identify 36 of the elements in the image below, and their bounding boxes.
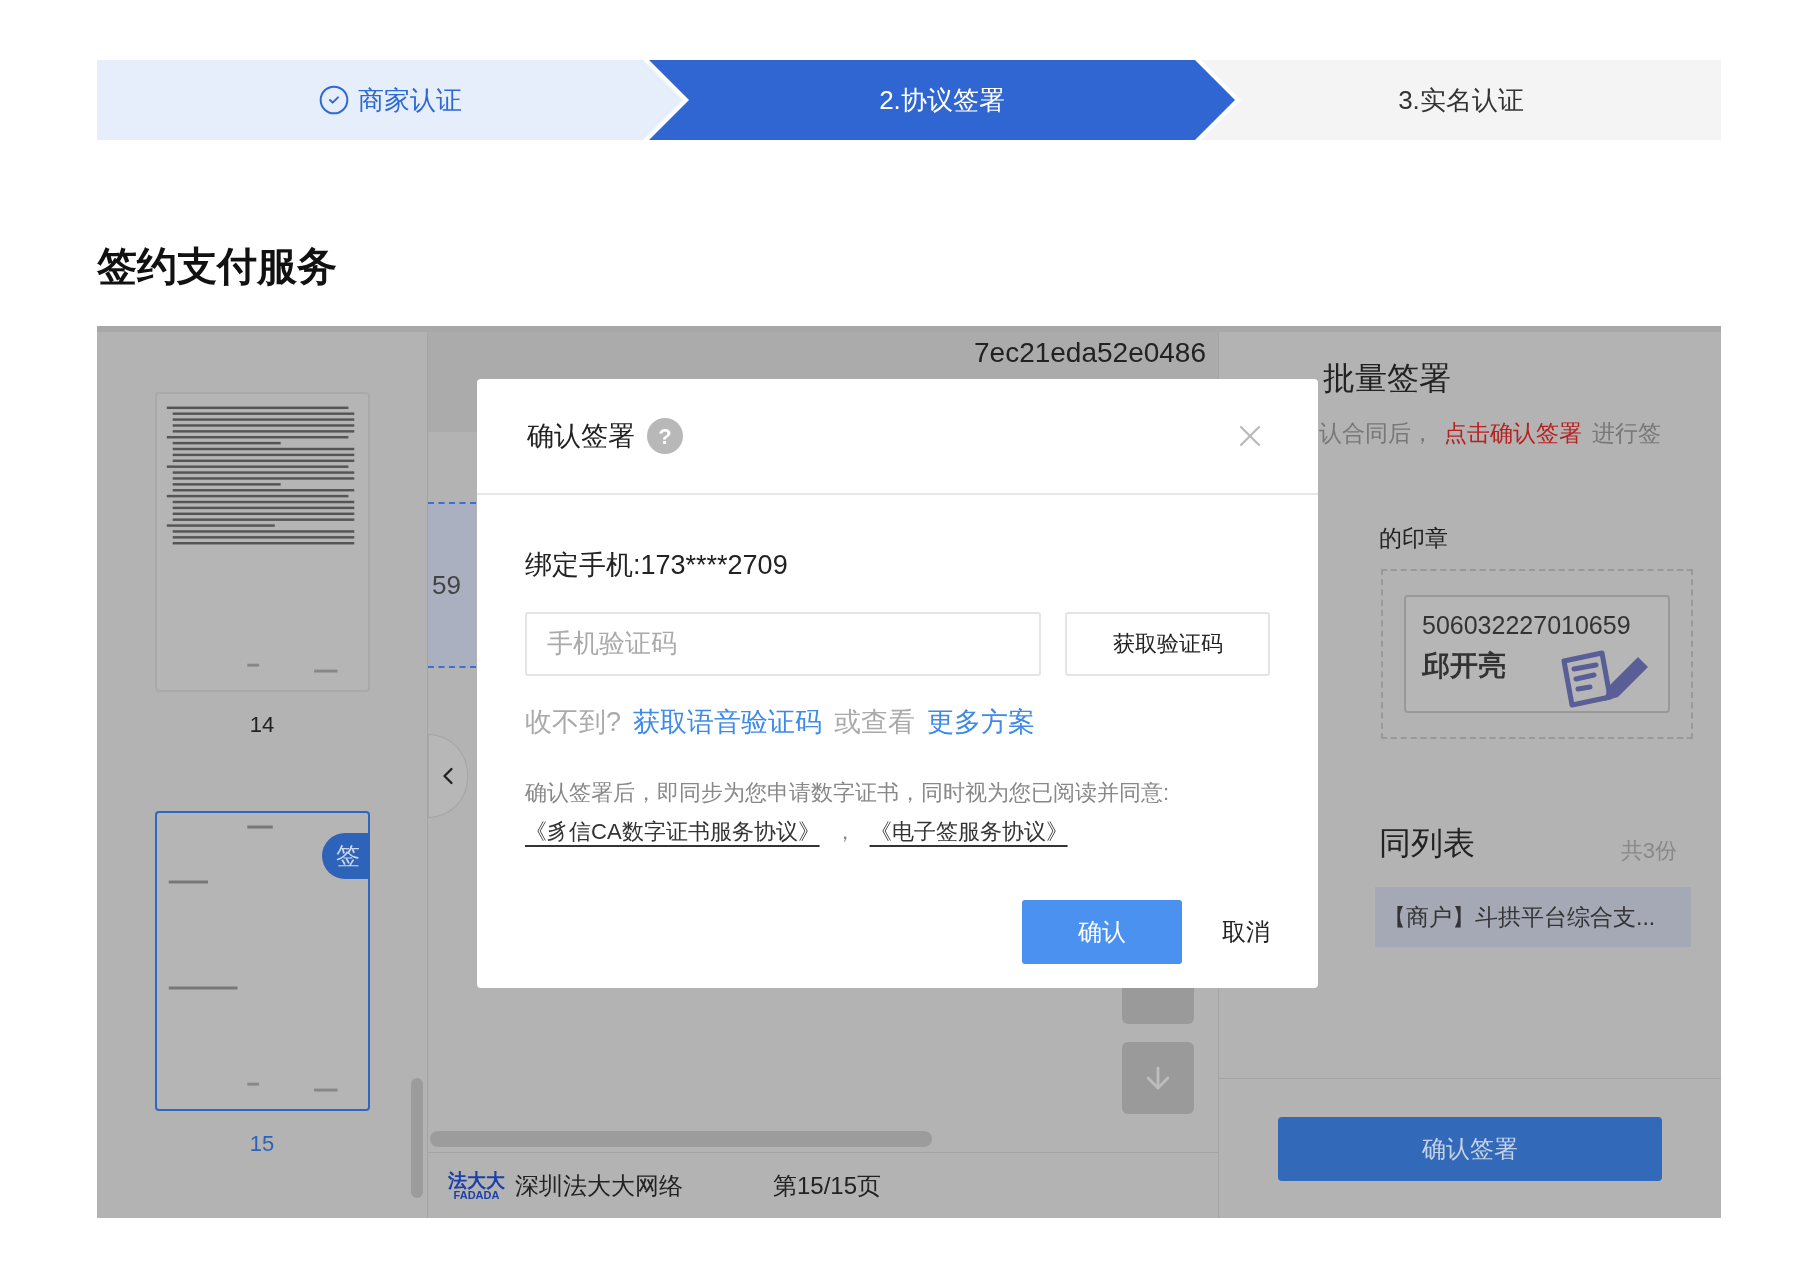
list-title: 同列表 — [1379, 824, 1475, 863]
agreement-notice: 确认签署后，即同步为您申请数字证书，同时视为您已阅读并同意: — [525, 779, 1171, 807]
page-number: 14 — [249, 711, 275, 739]
seal-label: 的印章 — [1378, 523, 1449, 553]
scroll-down-button[interactable] — [1122, 1042, 1194, 1114]
seal-number: 506032227010659 — [1422, 610, 1632, 641]
no-code-text: 收不到? — [525, 705, 622, 739]
check-circle-icon — [318, 84, 350, 116]
company-name: 深圳法大大网络 — [515, 1170, 683, 1201]
contract-list-item[interactable]: 【商户】斗拱平台综合支... — [1375, 887, 1691, 947]
hint-text: 进行签 — [1592, 419, 1661, 448]
more-options-link[interactable]: 更多方案 — [927, 701, 1036, 742]
seal-fragment: 59 — [428, 502, 476, 668]
separator-text: ， — [833, 818, 856, 846]
agreement-link[interactable]: 《豸信CA数字证书服务协议》 — [525, 815, 820, 848]
seal-name: 邱开亮 — [1422, 648, 1506, 683]
or-view-text: 或查看 — [834, 705, 916, 739]
confirm-sign-button[interactable]: 确认签署 — [1278, 1116, 1662, 1181]
page-indicator: 第15/15页 — [773, 1170, 882, 1201]
cancel-button[interactable]: 取消 — [1222, 914, 1270, 950]
document-id: 7ec21eda52e0486 — [974, 336, 1206, 370]
confirm-button[interactable]: 确认 — [1022, 900, 1182, 964]
page-thumbnail[interactable]: 签 — [154, 811, 370, 1111]
code-input-field[interactable]: 手机验证码 — [525, 611, 1042, 676]
dialog-title: 确认签署 — [527, 419, 635, 453]
brand-logo: 法大大 FADADA — [448, 1170, 505, 1201]
agreement-link[interactable]: 《电子签服务协议》 — [869, 815, 1068, 848]
page-number: 15 — [249, 1130, 275, 1158]
confirm-link[interactable]: 点击确认签署 — [1444, 416, 1582, 451]
bound-phone-label: 绑定手机:173****2709 — [525, 549, 789, 582]
sign-badge: 签 — [321, 833, 370, 879]
voice-code-link[interactable]: 获取语音验证码 — [633, 701, 823, 742]
page-heading: 签约支付服务 — [97, 246, 338, 286]
hint-text: 认合同后， — [1319, 419, 1434, 448]
get-code-button[interactable]: 获取验证码 — [1065, 611, 1270, 676]
panel-title: 批量签署 — [1323, 359, 1451, 398]
